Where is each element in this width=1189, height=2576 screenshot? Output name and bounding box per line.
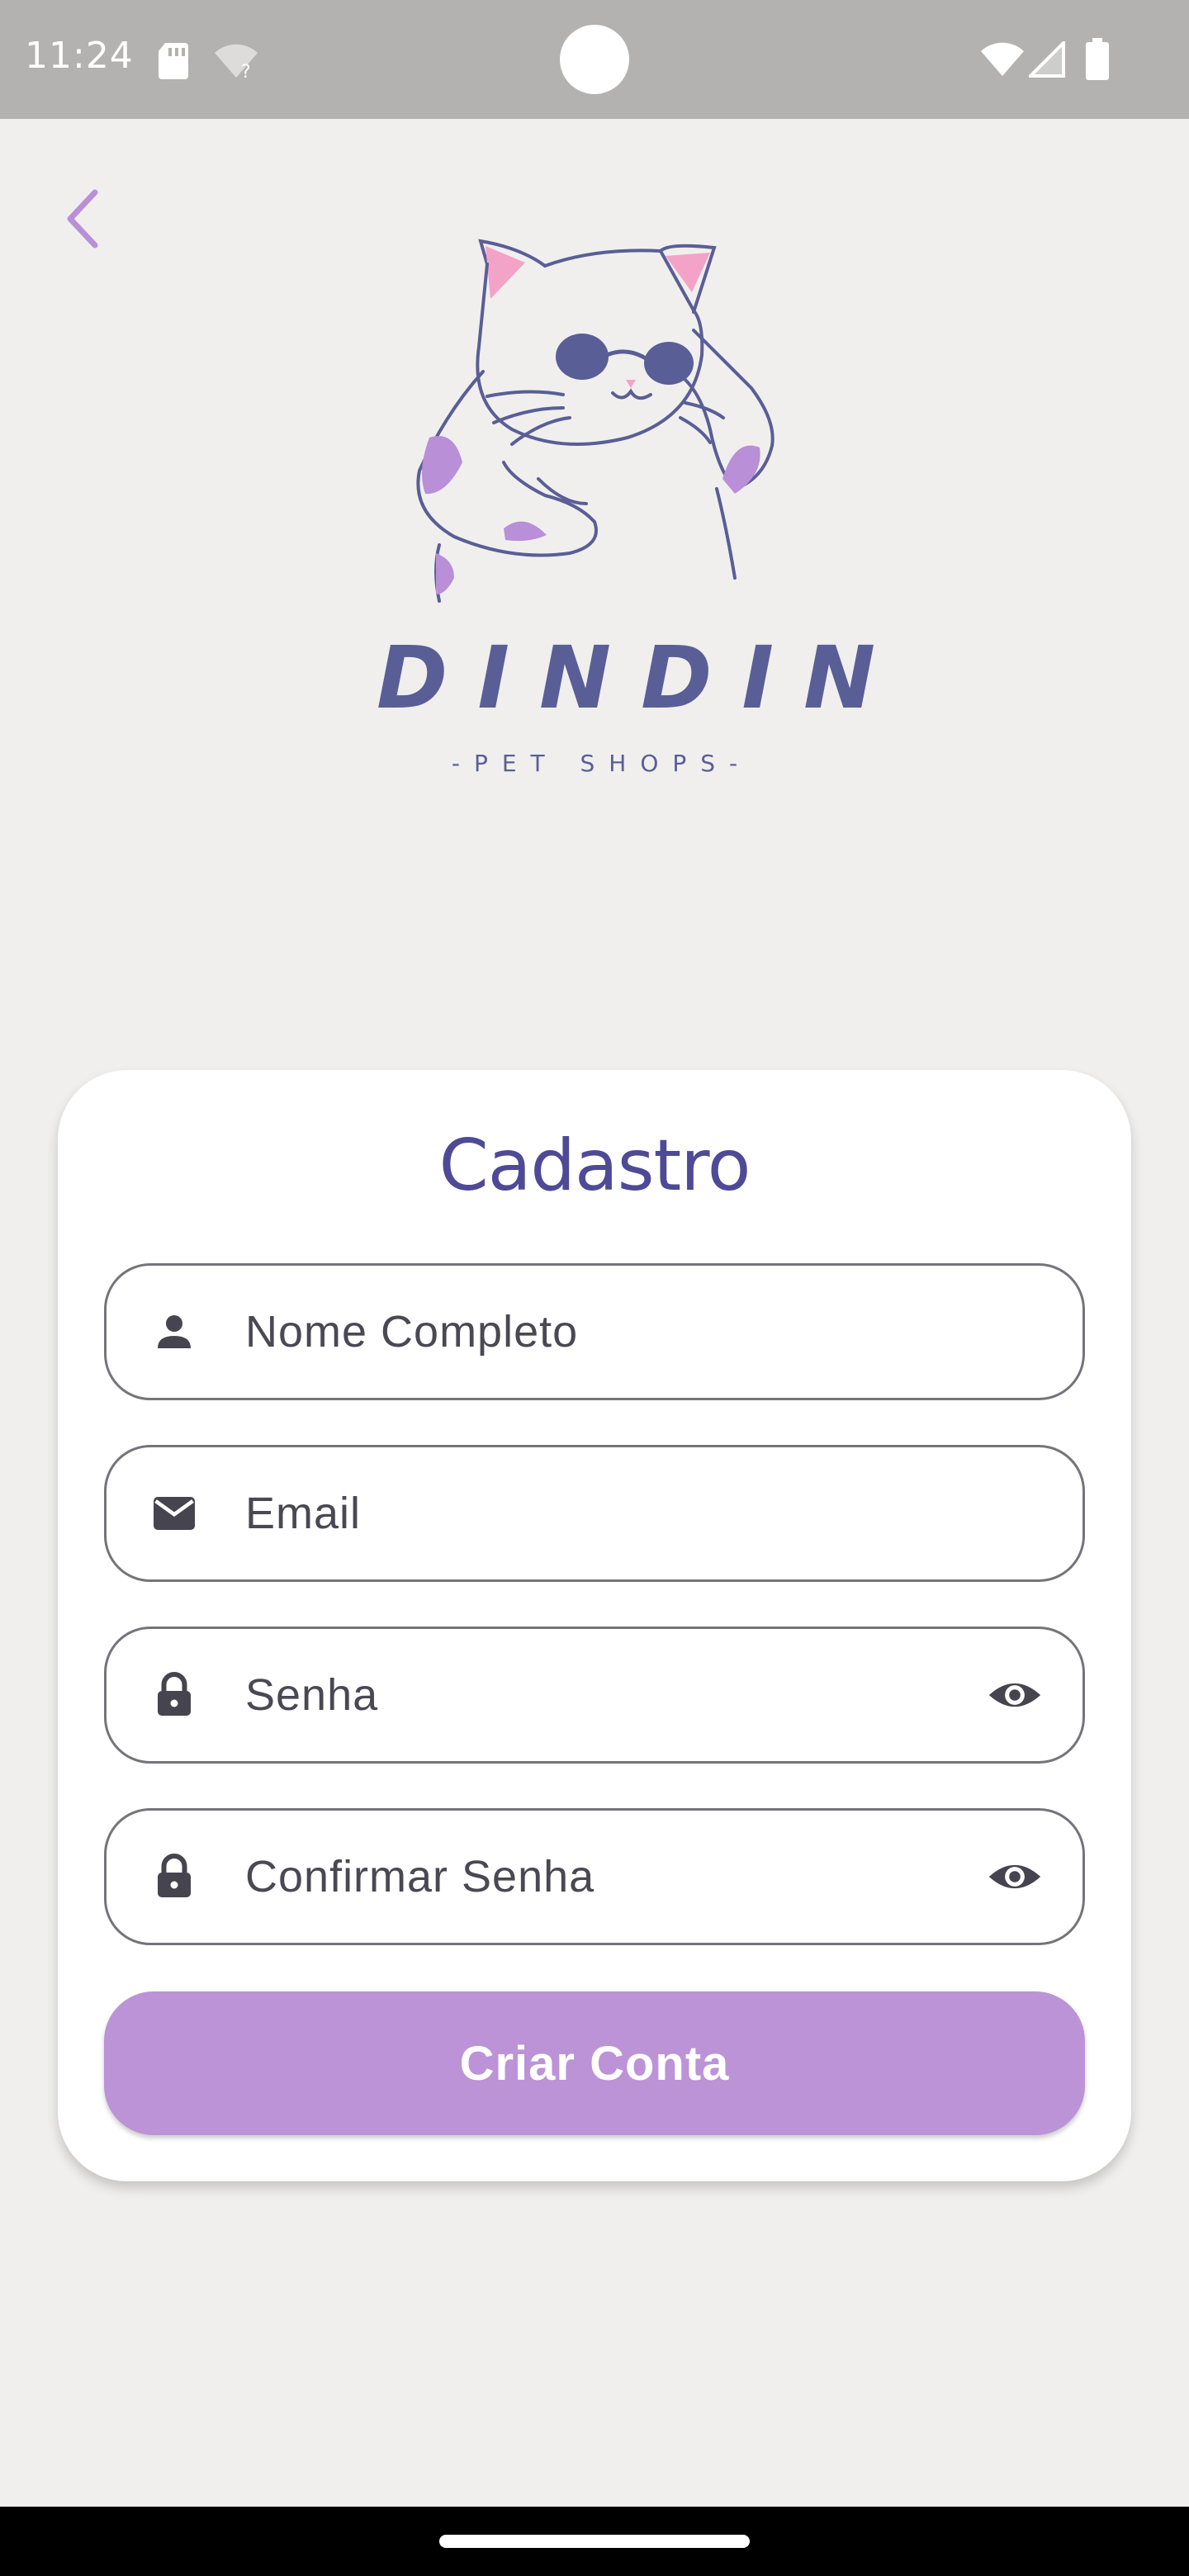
- signal-icon: [1029, 41, 1065, 78]
- status-time: 11:24: [25, 35, 134, 77]
- email-field[interactable]: Email: [104, 1445, 1085, 1582]
- wifi-unknown-icon: ?: [215, 44, 258, 79]
- system-nav-bar: [0, 2507, 1189, 2576]
- full-name-placeholder: Nome Completo: [245, 1307, 579, 1357]
- eye-icon[interactable]: [987, 1849, 1043, 1905]
- status-bar: 11:24 ?: [0, 0, 1189, 119]
- camera-cutout: [560, 25, 629, 94]
- logo-tagline: -PET SHOPS-: [451, 750, 752, 777]
- home-gesture-pill[interactable]: [439, 2535, 750, 2548]
- lock-icon: [158, 1854, 191, 1897]
- confirm-password-field[interactable]: Confirmar Senha: [104, 1808, 1085, 1945]
- sd-card-icon: [159, 43, 188, 79]
- back-button[interactable]: [50, 182, 116, 256]
- eye-icon[interactable]: [987, 1667, 1043, 1723]
- confirm-password-placeholder: Confirmar Senha: [245, 1852, 595, 1901]
- battery-icon: [1086, 38, 1109, 80]
- mail-icon: [154, 1497, 195, 1530]
- page-title: Cadastro: [438, 1125, 751, 1207]
- signup-screen: 11:24 ? DINDIN -PET SHOPS- Cadastro Nome…: [0, 0, 1189, 2576]
- svg-text:?: ?: [241, 62, 251, 79]
- wifi-icon: [981, 42, 1024, 76]
- lock-icon: [158, 1672, 191, 1716]
- password-placeholder: Senha: [245, 1670, 379, 1720]
- full-name-field[interactable]: Nome Completo: [104, 1263, 1085, 1400]
- password-field[interactable]: Senha: [104, 1627, 1085, 1764]
- email-placeholder: Email: [245, 1489, 362, 1538]
- chevron-left-icon: [67, 189, 98, 249]
- person-icon: [158, 1315, 191, 1348]
- create-account-button[interactable]: Criar Conta: [104, 1991, 1085, 2135]
- logo-brand: DINDIN: [377, 627, 906, 728]
- create-account-label: Criar Conta: [459, 2036, 730, 2091]
- dindin-logo: DINDIN -PET SHOPS-: [347, 231, 906, 793]
